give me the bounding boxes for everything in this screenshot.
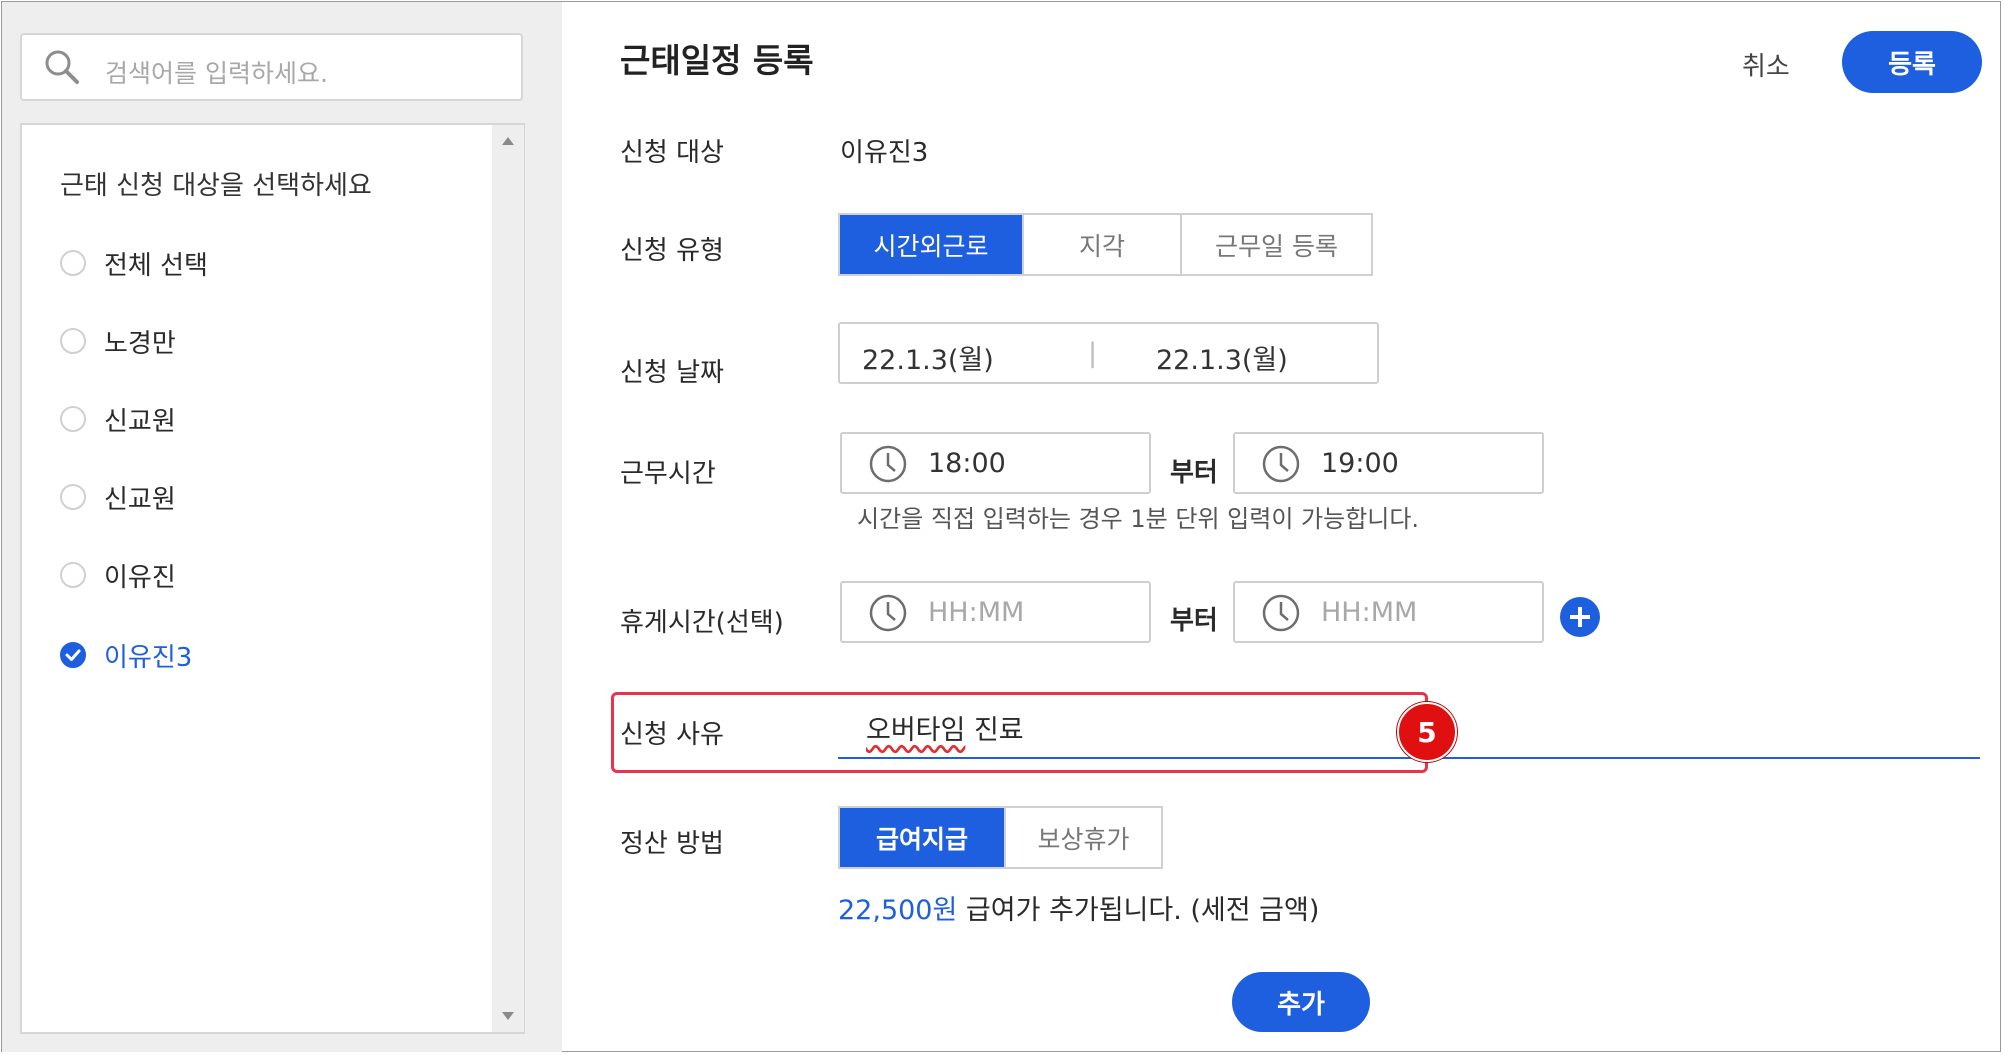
from-label: 부터 xyxy=(1170,458,1218,488)
target-value: 이유진3 xyxy=(840,138,929,168)
type-option-workday[interactable]: 근무일 등록 xyxy=(1180,215,1371,274)
list-item-label: 노경만 xyxy=(104,328,176,359)
search-input[interactable]: 검색어를 입력하세요. xyxy=(20,33,523,101)
settlement-segmented-control: 급여지급 보상휴가 xyxy=(838,806,1163,869)
radio-button[interactable] xyxy=(60,250,86,276)
check-icon xyxy=(65,649,81,661)
work-time-label: 근무시간 xyxy=(620,459,716,489)
list-item[interactable]: 이유진 xyxy=(60,557,176,593)
break-start-time-input[interactable]: HH:MM xyxy=(840,581,1151,643)
work-start-time-input[interactable]: 18:00 xyxy=(840,432,1151,494)
radio-button[interactable] xyxy=(60,328,86,354)
list-item-selected[interactable]: 이유진3 xyxy=(60,637,192,673)
cancel-button[interactable]: 취소 xyxy=(1742,46,1790,83)
from-label: 부터 xyxy=(1170,606,1218,636)
list-item-label: 신교원 xyxy=(104,406,176,437)
list-item-select-all[interactable]: 전체 선택 xyxy=(60,245,208,281)
radio-button[interactable] xyxy=(60,406,86,432)
radio-button[interactable] xyxy=(60,484,86,510)
break-time-label: 휴게시간(선택) xyxy=(620,608,784,638)
left-panel: 검색어를 입력하세요. 근태 신청 대상을 선택하세요 전체 선택 노경만 신교… xyxy=(2,2,562,1052)
target-list-heading: 근태 신청 대상을 선택하세요 xyxy=(60,171,372,201)
settlement-amount-text: 22,500원 급여가 추가됩니다. (세전 금액) xyxy=(838,888,1319,927)
clock-icon xyxy=(869,594,907,632)
list-item[interactable]: 노경만 xyxy=(60,323,176,359)
page-title: 근태일정 등록 xyxy=(620,41,814,80)
settlement-label: 정산 방법 xyxy=(620,829,724,859)
break-start-placeholder: HH:MM xyxy=(928,597,1025,628)
scroll-down-arrow-icon[interactable] xyxy=(502,1012,514,1020)
add-break-plus-icon[interactable] xyxy=(1560,597,1600,637)
date-separator: | xyxy=(1088,338,1098,369)
scroll-up-arrow-icon[interactable] xyxy=(502,137,514,145)
list-item[interactable]: 신교원 xyxy=(60,479,176,515)
clock-icon xyxy=(1262,594,1300,632)
settlement-amount-desc: 급여가 추가됩니다. (세전 금액) xyxy=(957,895,1320,926)
radio-button[interactable] xyxy=(60,562,86,588)
highlight-box xyxy=(611,692,1428,773)
scrollbar[interactable] xyxy=(492,125,524,1032)
settlement-option-leave[interactable]: 보상휴가 xyxy=(1004,808,1161,867)
type-option-overtime[interactable]: 시간외근로 xyxy=(840,215,1022,274)
work-start-time: 18:00 xyxy=(928,448,1006,479)
target-list: 근태 신청 대상을 선택하세요 전체 선택 노경만 신교원 신교원 이유진 이유… xyxy=(20,123,525,1034)
settlement-option-pay[interactable]: 급여지급 xyxy=(840,808,1004,867)
list-item-label: 신교원 xyxy=(104,484,176,515)
radio-button-checked[interactable] xyxy=(60,642,86,668)
list-item[interactable]: 신교원 xyxy=(60,401,176,437)
clock-icon xyxy=(1262,445,1300,483)
work-time-note: 시간을 직접 입력하는 경우 1분 단위 입력이 가능합니다. xyxy=(857,505,1420,533)
date-label: 신청 날짜 xyxy=(620,358,724,388)
work-end-time-input[interactable]: 19:00 xyxy=(1233,432,1544,494)
type-label: 신청 유형 xyxy=(620,236,724,266)
settlement-amount: 22,500원 xyxy=(838,895,958,926)
list-item-label: 이유진3 xyxy=(104,642,193,673)
search-icon xyxy=(45,50,79,84)
step-badge: 5 xyxy=(1397,702,1457,762)
work-end-time: 19:00 xyxy=(1321,448,1399,479)
add-button[interactable]: 추가 xyxy=(1232,972,1370,1032)
list-item-label: 이유진 xyxy=(104,562,176,593)
register-button[interactable]: 등록 xyxy=(1842,31,1982,93)
date-range-field[interactable]: 22.1.3(월) | 22.1.3(월) xyxy=(838,322,1379,384)
type-option-late[interactable]: 지각 xyxy=(1022,215,1180,274)
search-placeholder: 검색어를 입력하세요. xyxy=(105,59,328,88)
clock-icon xyxy=(869,445,907,483)
type-segmented-control: 시간외근로 지각 근무일 등록 xyxy=(838,213,1373,276)
date-start: 22.1.3(월) xyxy=(862,345,994,376)
break-end-time-input[interactable]: HH:MM xyxy=(1233,581,1544,643)
target-label: 신청 대상 xyxy=(620,138,724,168)
break-end-placeholder: HH:MM xyxy=(1321,597,1418,628)
list-item-label: 전체 선택 xyxy=(104,250,208,281)
date-end: 22.1.3(월) xyxy=(1156,345,1288,376)
